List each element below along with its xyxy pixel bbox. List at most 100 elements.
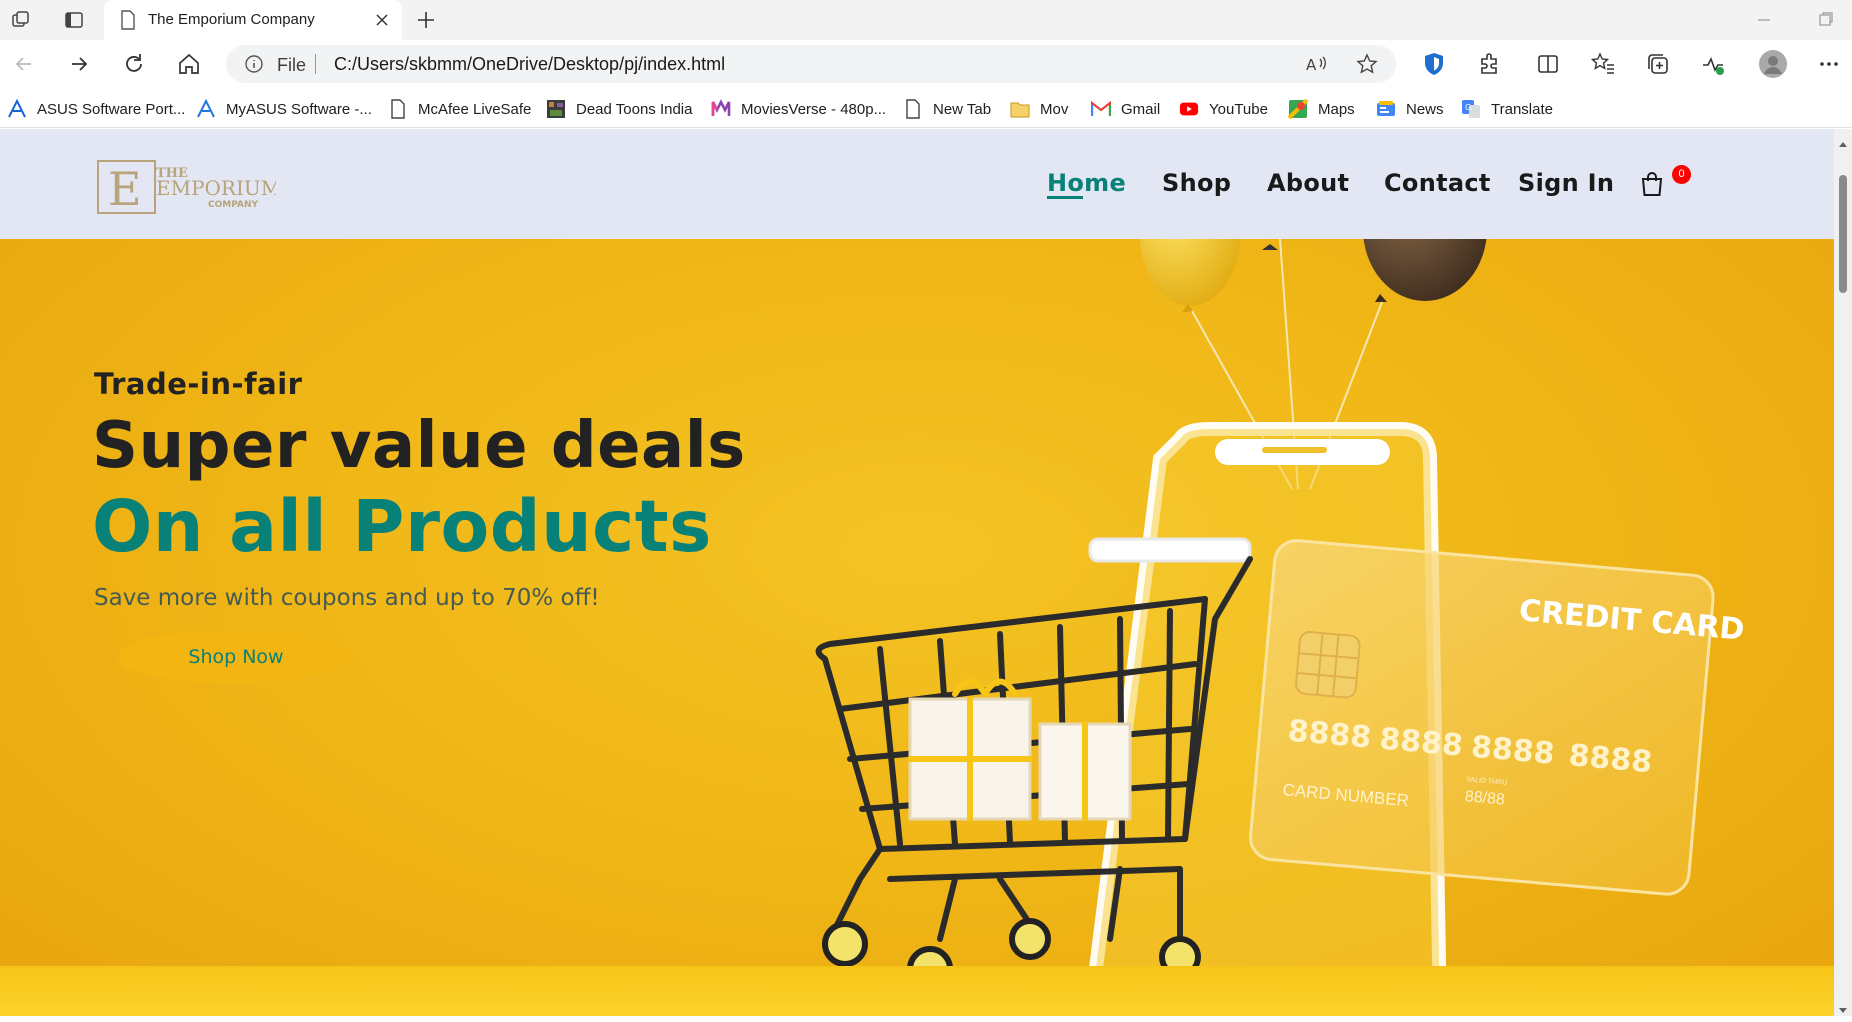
bookmark-moviesverse[interactable]: MoviesVerse - 480p... <box>711 98 886 120</box>
more-menu-icon[interactable] <box>1816 51 1842 77</box>
bookmark-label: Mov <box>1040 100 1069 118</box>
bookmark-label: Dead Toons India <box>576 100 693 118</box>
asus-icon <box>7 99 27 119</box>
hero-headline-accent: On all Products <box>92 485 712 568</box>
bookmark-label: McAfee LiveSafe <box>418 100 532 118</box>
forward-icon[interactable] <box>66 51 92 77</box>
workspaces-icon[interactable] <box>9 8 33 32</box>
cart-count-badge: 0 <box>1672 165 1691 184</box>
youtube-icon <box>1179 99 1199 119</box>
hero-headline: Super value deals <box>92 409 746 483</box>
page-scrollbar[interactable] <box>1834 129 1852 1016</box>
svg-text:A: A <box>1306 56 1317 74</box>
back-icon[interactable] <box>11 51 37 77</box>
close-tab-icon[interactable] <box>372 10 392 30</box>
page-viewport: E THE EMPORIUM COMPANY Home Shop About C… <box>0 129 1834 1016</box>
active-tab[interactable]: The Emporium Company <box>104 0 402 40</box>
address-divider <box>315 54 316 74</box>
hero-floor <box>0 966 1834 1016</box>
bookmark-maps[interactable]: Maps <box>1288 98 1355 120</box>
address-bar[interactable]: File C:/Users/skbmm/OneDrive/Desktop/pj/… <box>226 45 1396 83</box>
bookmark-label: MoviesVerse - 480p... <box>741 100 887 118</box>
bookmark-label: New Tab <box>933 100 992 118</box>
credit-card-illustration: CREDIT CARD 8888 8888 8888 8888 VALID TH… <box>1249 539 1746 896</box>
bookmark-newtab[interactable]: New Tab <box>903 98 991 120</box>
profile-avatar[interactable] <box>1758 49 1788 79</box>
moviesverse-icon <box>711 99 731 119</box>
scroll-up-icon[interactable] <box>1838 135 1848 153</box>
info-icon[interactable] <box>244 54 264 79</box>
scroll-down-icon[interactable] <box>1838 1002 1848 1020</box>
bookmark-label: YouTube <box>1209 100 1268 118</box>
browser-toolbar: File C:/Users/skbmm/OneDrive/Desktop/pj/… <box>0 40 1852 88</box>
performance-icon[interactable] <box>1700 51 1726 77</box>
page-icon <box>120 10 136 35</box>
news-icon <box>1376 99 1396 119</box>
logo-initial: E <box>108 162 142 215</box>
shield-extension-icon[interactable] <box>1421 51 1447 77</box>
nav-about[interactable]: About <box>1267 169 1349 201</box>
read-aloud-icon[interactable]: A <box>1304 53 1328 80</box>
gmail-icon <box>1091 99 1111 119</box>
scrollbar-thumb[interactable] <box>1839 175 1847 293</box>
restore-icon[interactable] <box>1806 6 1846 34</box>
card-number-4: 8888 <box>1567 738 1653 780</box>
site-header: E THE EMPORIUM COMPANY Home Shop About C… <box>0 129 1834 239</box>
card-number-3: 8888 <box>1470 730 1556 772</box>
bookmark-translate[interactable]: G Translate <box>1461 98 1553 120</box>
extensions-icon[interactable] <box>1476 51 1502 77</box>
svg-text:G: G <box>1465 103 1471 112</box>
bookmark-label: News <box>1406 100 1444 118</box>
bookmark-gmail[interactable]: Gmail <box>1091 98 1160 120</box>
page-icon <box>388 99 408 119</box>
bookmark-label: Gmail <box>1121 100 1161 118</box>
translate-icon: G <box>1461 99 1481 119</box>
page-icon <box>903 99 923 119</box>
bookmark-news[interactable]: News <box>1376 98 1444 120</box>
bookmark-youtube[interactable]: YouTube <box>1179 98 1268 120</box>
card-expiry: 88/88 <box>1464 788 1505 808</box>
vertical-tabs-icon[interactable] <box>62 8 86 32</box>
logo-line-emporium: EMPORIUM <box>156 176 276 200</box>
bookmarks-bar: ASUS Software Port... MyASUS Software -.… <box>0 88 1852 128</box>
refresh-icon[interactable] <box>121 51 147 77</box>
scheme-label: File <box>277 55 307 75</box>
shopping-bag-icon[interactable] <box>1640 171 1664 197</box>
tab-title: The Emporium Company <box>148 11 315 28</box>
card-number-1: 8888 <box>1286 714 1372 756</box>
bookmark-mcafee[interactable]: McAfee LiveSafe <box>388 98 531 120</box>
deadtoons-icon <box>546 99 566 119</box>
folder-icon <box>1010 99 1030 119</box>
hero-illustration: CREDIT CARD 8888 8888 8888 8888 VALID TH… <box>815 239 1746 1016</box>
maps-icon <box>1288 99 1308 119</box>
bookmark-label: Translate <box>1491 100 1553 118</box>
bookmark-label: Maps <box>1318 100 1355 118</box>
company-logo[interactable]: E THE EMPORIUM COMPANY <box>96 159 281 216</box>
hero-banner: CREDIT CARD 8888 8888 8888 8888 VALID TH… <box>0 239 1834 1016</box>
home-icon[interactable] <box>176 51 202 77</box>
collections-icon[interactable] <box>1645 51 1671 77</box>
bookmark-deadtoons[interactable]: Dead Toons India <box>546 98 692 120</box>
logo-line-company: COMPANY <box>208 200 258 210</box>
tab-strip: The Emporium Company <box>0 0 1852 40</box>
nav-home-underline <box>1047 196 1083 199</box>
bookmark-myasus[interactable]: MyASUS Software -... <box>196 98 372 120</box>
favorite-star-icon[interactable] <box>1356 53 1378 80</box>
hero-subtitle: Trade-in-fair <box>94 367 303 401</box>
nav-shop[interactable]: Shop <box>1162 169 1231 201</box>
favorites-icon[interactable] <box>1590 51 1616 77</box>
card-number-2: 8888 <box>1378 722 1464 764</box>
browser-window: The Emporium Company File C:/Users/skbmm… <box>0 0 1852 1022</box>
bookmark-label: MyASUS Software -... <box>226 100 372 118</box>
new-tab-icon[interactable] <box>414 8 438 32</box>
nav-sign-in[interactable]: Sign In <box>1518 169 1614 201</box>
myasus-icon <box>196 99 216 119</box>
bookmark-folder-mov[interactable]: Mov <box>1010 98 1068 120</box>
minimize-icon[interactable] <box>1744 6 1784 34</box>
hero-description: Save more with coupons and up to 70% off… <box>94 585 600 611</box>
nav-contact[interactable]: Contact <box>1384 169 1491 201</box>
bookmark-label: ASUS Software Port... <box>37 100 186 118</box>
url-text[interactable]: C:/Users/skbmm/OneDrive/Desktop/pj/index… <box>334 54 725 75</box>
split-screen-icon[interactable] <box>1535 51 1561 77</box>
bookmark-asus[interactable]: ASUS Software Port... <box>7 98 185 120</box>
